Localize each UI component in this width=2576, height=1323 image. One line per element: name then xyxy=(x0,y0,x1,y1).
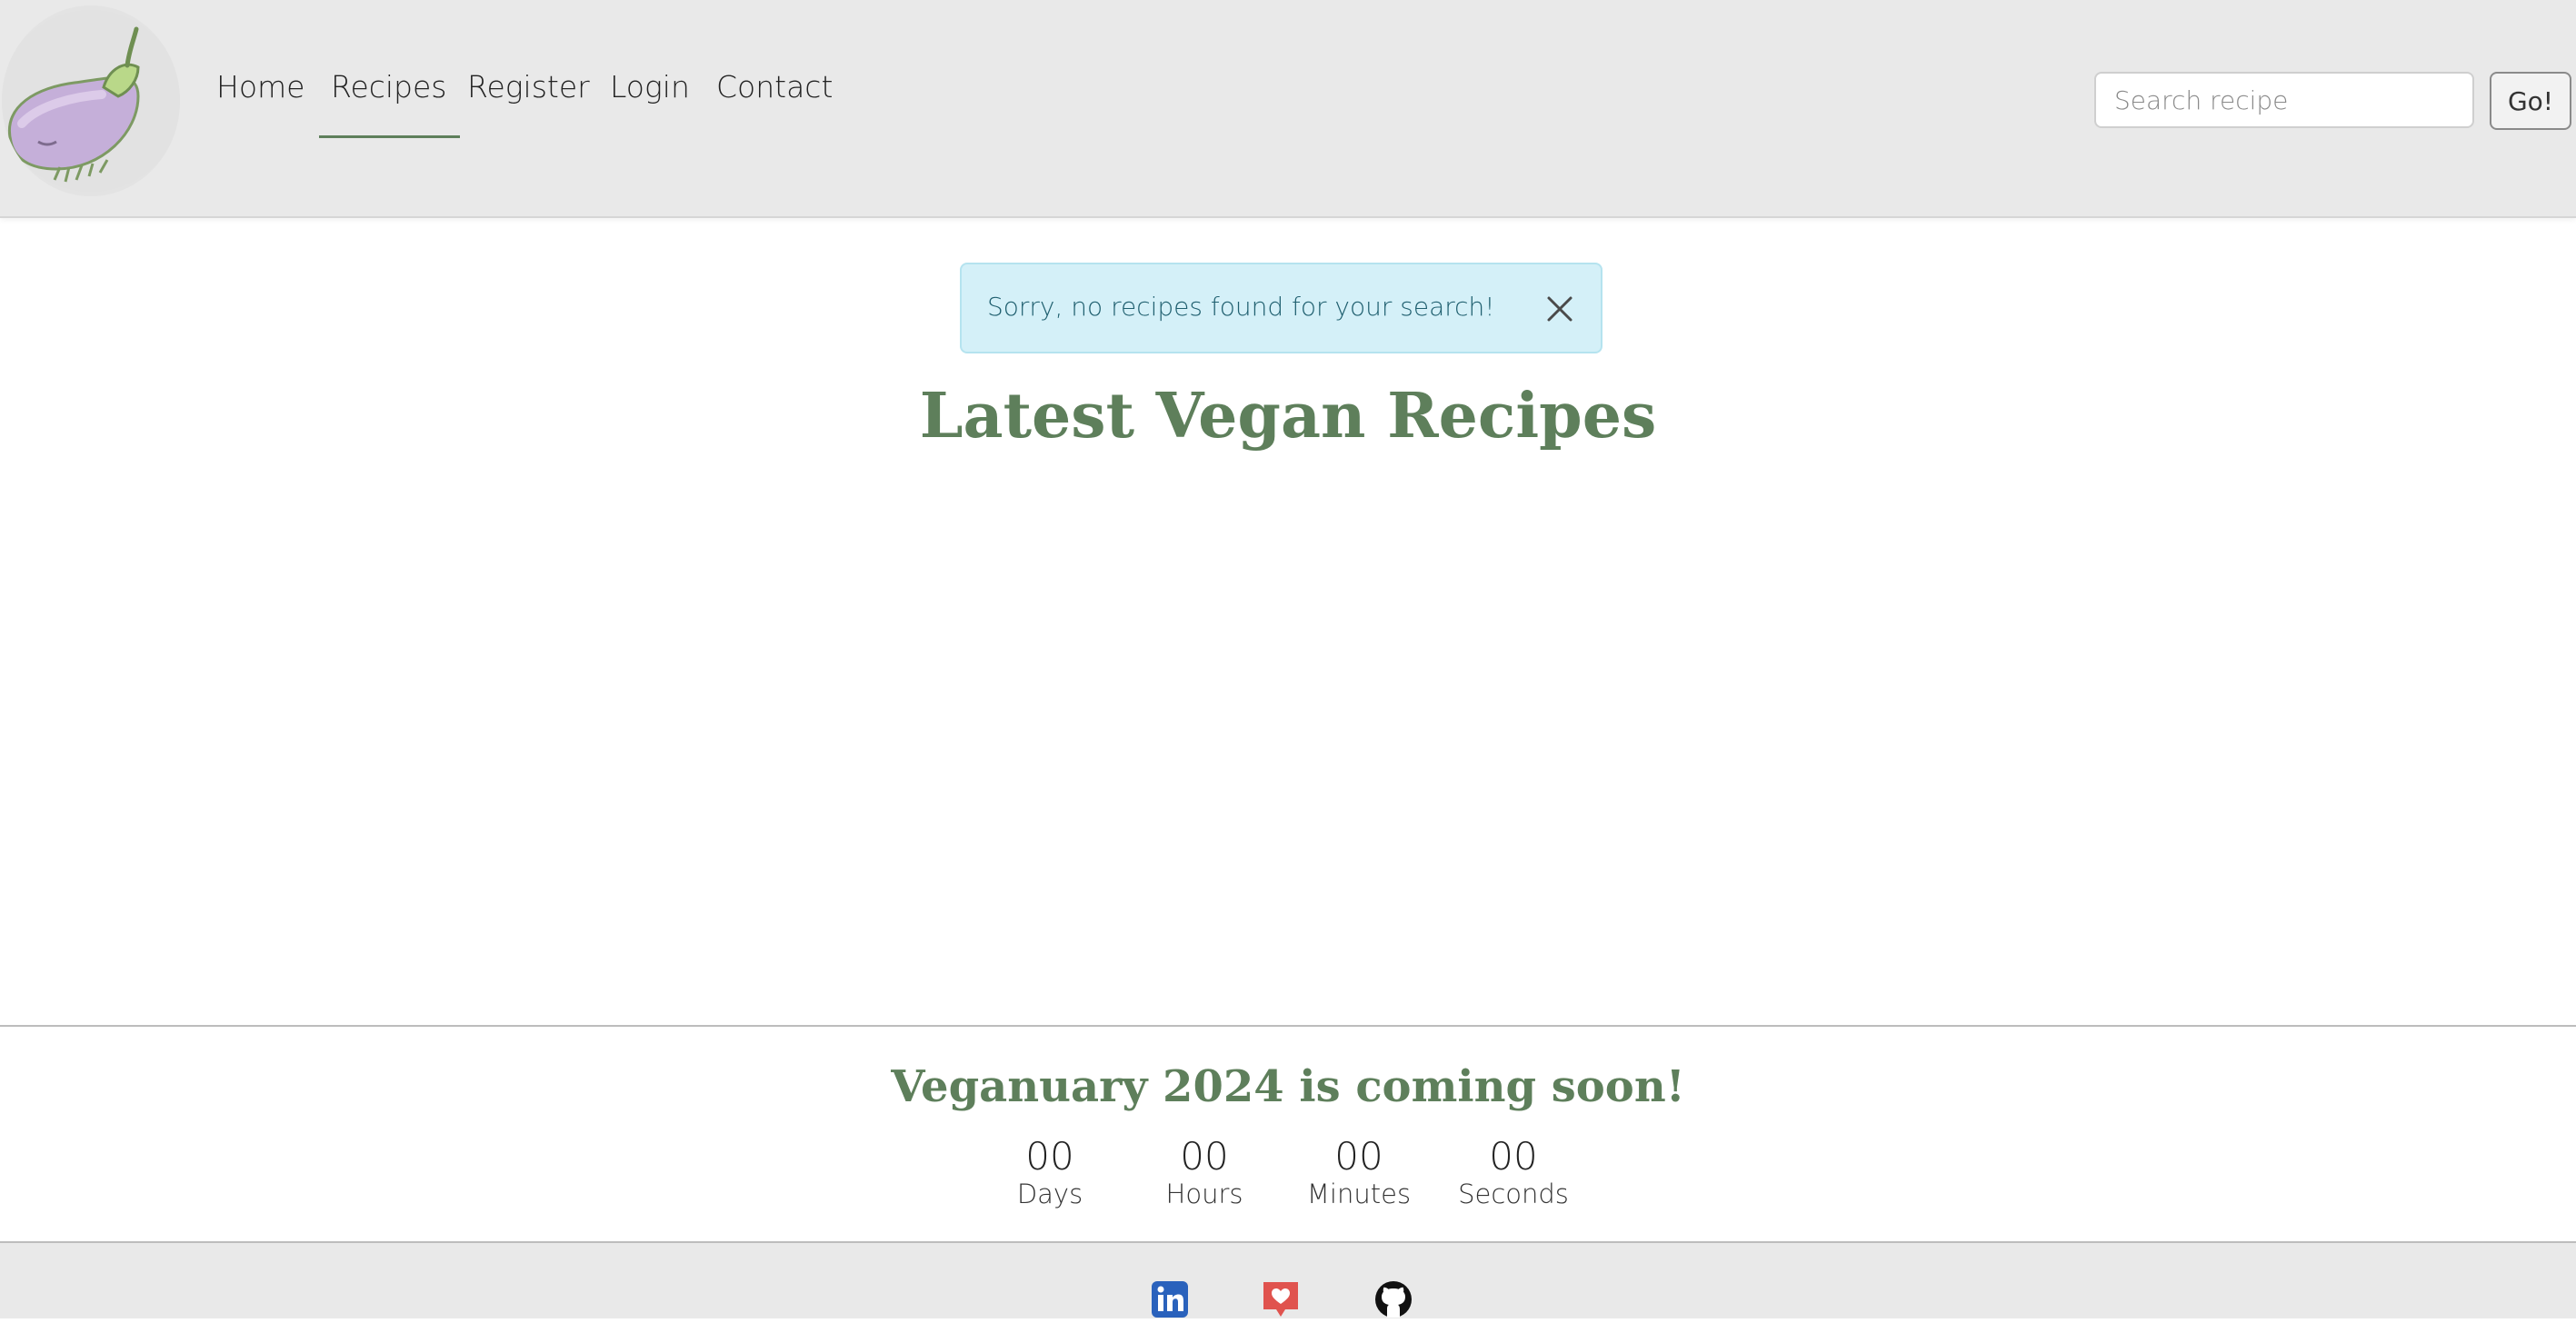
site-header: Home Recipes Register Login Contact Go! xyxy=(0,0,2576,218)
countdown-label: Days xyxy=(1016,1179,1083,1209)
countdown-seconds: 00 Seconds xyxy=(1436,1136,1591,1210)
close-icon[interactable] xyxy=(1544,293,1575,324)
page-title: Latest Vegan Recipes xyxy=(919,380,1657,453)
countdown-value: 00 xyxy=(1334,1134,1383,1179)
countdown-label: Minutes xyxy=(1306,1179,1412,1209)
countdown-hours: 00 Hours xyxy=(1127,1136,1282,1210)
countdown-title: Veganuary 2024 is coming soon! xyxy=(891,1061,1685,1112)
nav-recipes[interactable]: Recipes xyxy=(319,69,459,138)
github-icon[interactable] xyxy=(1373,1279,1413,1319)
search-go-button[interactable]: Go! xyxy=(2490,72,2571,130)
countdown-label: Hours xyxy=(1165,1179,1243,1209)
nav-register[interactable]: Register xyxy=(467,69,590,104)
section-divider xyxy=(0,1025,2576,1027)
countdown-label: Seconds xyxy=(1458,1179,1569,1209)
nav-contact[interactable]: Contact xyxy=(716,69,833,104)
alert-message: Sorry, no recipes found for your search! xyxy=(987,292,1495,322)
linkedin-icon[interactable] xyxy=(1150,1279,1190,1319)
eggplant-logo-icon xyxy=(2,10,180,192)
countdown-minutes: 00 Minutes xyxy=(1282,1136,1436,1210)
nav-login[interactable]: Login xyxy=(610,69,690,104)
eggplant-logo[interactable] xyxy=(2,5,180,196)
no-results-alert: Sorry, no recipes found for your search! xyxy=(960,263,1603,353)
heart-message-icon[interactable] xyxy=(1261,1279,1301,1319)
nav-home[interactable]: Home xyxy=(216,69,305,104)
search-input[interactable] xyxy=(2094,72,2474,128)
countdown-value: 00 xyxy=(1489,1134,1538,1179)
countdown-days: 00 Days xyxy=(973,1136,1127,1210)
countdown-value: 00 xyxy=(1025,1134,1074,1179)
countdown-value: 00 xyxy=(1180,1134,1229,1179)
